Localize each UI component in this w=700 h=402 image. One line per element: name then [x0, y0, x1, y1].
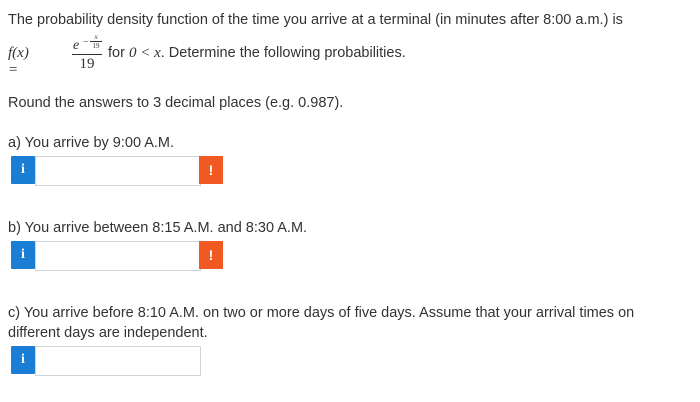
formula-condition-post: . Determine the following probabilities. [160, 45, 406, 61]
formula-condition: 0 < x [128, 45, 161, 61]
formula-base: e [73, 38, 80, 53]
info-icon[interactable]: i [11, 346, 35, 374]
problem-intro: The probability density function of the … [8, 12, 623, 28]
question-a-answer-input[interactable] [35, 156, 201, 186]
question-a-label: a) You arrive by 9:00 A.M. [8, 135, 175, 151]
formula-exponent-den: 19 [92, 42, 100, 50]
warning-icon[interactable]: ! [199, 241, 223, 269]
formula-condition-pre: for [108, 45, 125, 61]
question-b-answer-input[interactable] [35, 241, 201, 271]
formula-exponent-num: x [90, 33, 102, 42]
info-icon[interactable]: i [11, 156, 35, 184]
question-c-answer-input[interactable] [35, 346, 201, 376]
rounding-instruction: Round the answers to 3 decimal places (e… [8, 95, 344, 111]
warning-icon[interactable]: ! [199, 156, 223, 184]
formula-exponent-sign: − [83, 37, 89, 48]
question-b-label: b) You arrive between 8:15 A.M. and 8:30… [8, 220, 308, 236]
question-c-label-line1: c) You arrive before 8:10 A.M. on two or… [8, 305, 635, 321]
info-icon[interactable]: i [11, 241, 35, 269]
question-c-label-line2: different days are independent. [8, 325, 208, 341]
formula-denominator: 19 [79, 56, 95, 72]
formula-lhs: f(x) = [8, 45, 29, 78]
